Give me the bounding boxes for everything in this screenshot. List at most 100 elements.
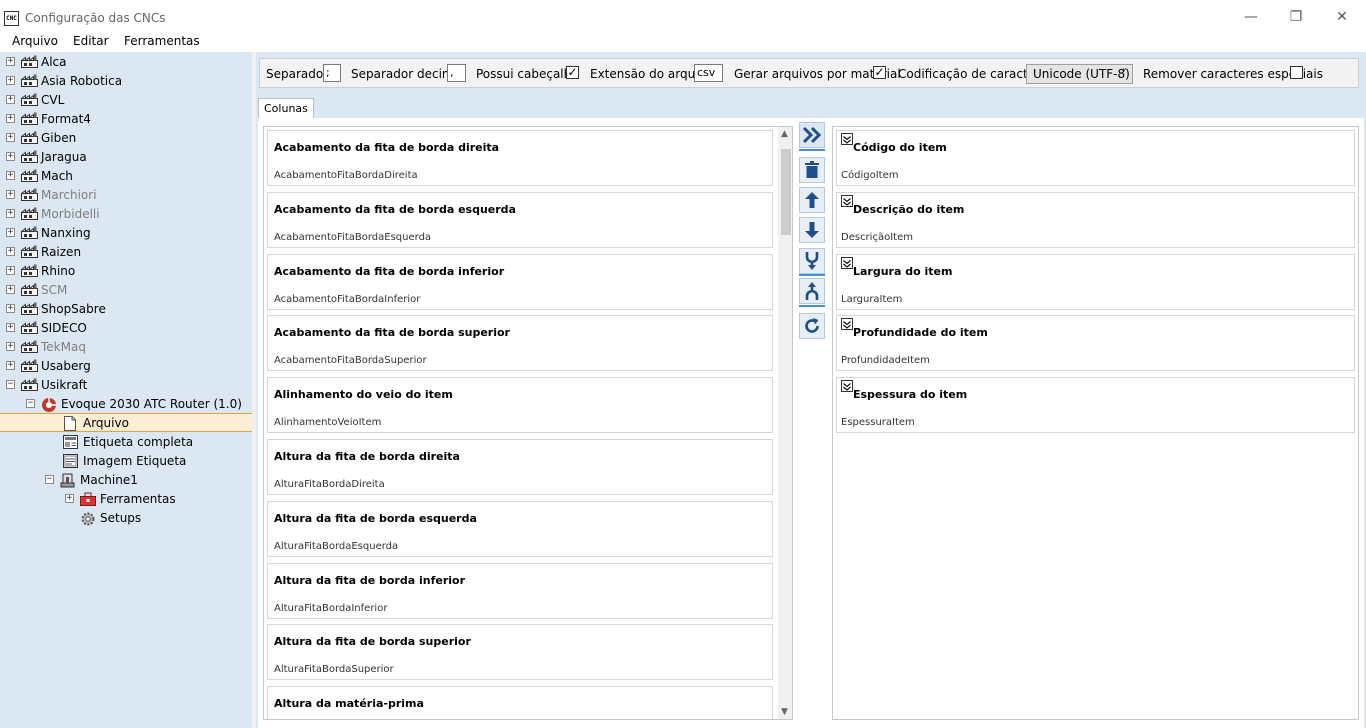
expand-icon[interactable]: + (6, 95, 15, 104)
tree-item-mach[interactable]: + Mach (6, 166, 73, 185)
collapse-icon[interactable]: − (45, 475, 54, 484)
tree-item-rhino[interactable]: + Rhino (6, 261, 75, 280)
collapse-chevron-icon[interactable] (841, 256, 853, 269)
selected-columns-list[interactable]: Código do item CódigoItem Descrição do ite… (832, 126, 1359, 720)
decimal-separator-input[interactable]: , (447, 64, 466, 82)
expand-icon[interactable]: + (6, 247, 15, 256)
expand-icon[interactable]: + (6, 190, 15, 199)
factory-icon (21, 93, 38, 106)
collapse-chevron-icon[interactable] (841, 133, 853, 145)
per-material-checkbox[interactable]: ✓ (873, 66, 886, 79)
menu-editar[interactable]: Editar (73, 34, 109, 48)
expand-icon[interactable]: + (6, 152, 15, 161)
tree-item-scm[interactable]: + SCM (6, 280, 67, 299)
tree-item-etiqueta-completa[interactable]: Etiqueta completa (63, 432, 193, 451)
expand-icon[interactable]: + (6, 171, 15, 180)
tree-item-imagem-etiqueta[interactable]: Imagem Etiqueta (63, 451, 186, 470)
tree-item-asia-robotica[interactable]: + Asia Robotica (6, 71, 122, 90)
expand-icon[interactable]: + (6, 133, 15, 142)
expand-icon[interactable]: + (6, 266, 15, 275)
column-title: Espessura do item (853, 388, 968, 402)
available-columns-list[interactable]: ▲ ▼ Acabamento da fita de borda direita A… (263, 126, 793, 720)
available-column-card[interactable]: Altura da fita de borda inferior AlturaFi… (267, 562, 773, 619)
move-up-button[interactable] (799, 187, 825, 213)
tree-item-nanxing[interactable]: + Nanxing (6, 223, 91, 242)
tree-item-raizen[interactable]: + Raizen (6, 242, 81, 261)
column-key: ProfundidadeItem (841, 355, 930, 367)
tree-item-morbidelli[interactable]: + Morbidelli (6, 204, 100, 223)
available-column-card[interactable]: Acabamento da fita de borda superior Acab… (267, 315, 773, 372)
tree-item-setups[interactable]: Setups (80, 508, 141, 527)
available-column-card[interactable]: Acabamento da fita de borda direita Acaba… (267, 130, 773, 186)
menu-ferramentas[interactable]: Ferramentas (124, 34, 200, 48)
add-all-button[interactable] (799, 122, 825, 148)
tab-colunas[interactable]: Colunas (258, 98, 314, 119)
available-column-card[interactable]: Alinhamento do veio do item AlinhamentoVe… (267, 377, 773, 434)
collapse-icon[interactable]: − (6, 380, 15, 389)
file-extension-input[interactable]: csv (694, 64, 723, 82)
selected-column-card[interactable]: Espessura do item EspessuraItem (836, 377, 1355, 434)
tree-item-machine1[interactable]: − Machine1 (45, 470, 138, 489)
tree-item-usaberg[interactable]: + Usaberg (6, 356, 91, 375)
factory-icon (21, 112, 38, 125)
available-column-card[interactable]: Acabamento da fita de borda esquerda Acab… (267, 191, 773, 248)
expand-icon[interactable]: + (6, 209, 15, 218)
maximize-button[interactable]: ❐ (1285, 8, 1307, 26)
close-button[interactable]: ✕ (1331, 8, 1353, 26)
tree-item-format4[interactable]: + Format4 (6, 109, 91, 128)
move-down-button[interactable] (799, 217, 825, 243)
available-column-card[interactable]: Altura da fita de borda esquerda AlturaFi… (267, 500, 773, 557)
has-header-checkbox[interactable]: ✓ (566, 66, 579, 79)
minimize-button[interactable]: — (1240, 8, 1262, 26)
column-key: AlinhamentoVeioItem (274, 417, 382, 429)
available-column-card[interactable]: Acabamento da fita de borda inferior Acab… (267, 253, 773, 310)
scrollbar-thumb[interactable] (781, 149, 791, 235)
expand-icon[interactable]: + (6, 228, 15, 237)
expand-icon[interactable]: + (6, 323, 15, 332)
collapse-chevron-icon[interactable] (841, 194, 853, 207)
collapse-chevron-icon[interactable] (841, 318, 853, 331)
expand-icon[interactable]: + (6, 304, 15, 313)
expand-icon[interactable]: + (65, 494, 74, 503)
column-title: Acabamento da fita de borda esquerda (274, 202, 516, 216)
expand-icon[interactable]: + (6, 114, 15, 123)
chevron-down-icon[interactable]: ▼ (781, 707, 788, 717)
tree-item-shopsabre[interactable]: + ShopSabre (6, 299, 106, 318)
selected-column-card[interactable]: Código do item CódigoItem (836, 130, 1355, 186)
selected-column-card[interactable]: Largura do item LarguraItem (836, 253, 1355, 310)
tree-item-arquivo[interactable]: Arquivo (0, 413, 252, 432)
column-title: Descrição do item (853, 202, 965, 216)
collapse-icon[interactable]: − (26, 399, 35, 408)
refresh-button[interactable] (799, 313, 825, 339)
expand-icon[interactable]: + (6, 76, 15, 85)
vertical-scrollbar[interactable]: ▲ ▼ (778, 127, 792, 719)
remove-special-checkbox[interactable] (1290, 66, 1303, 79)
tree-item-evoque-2030[interactable]: − Evoque 2030 ATC Router (1.0) (26, 394, 242, 413)
available-column-card[interactable]: Altura da fita de borda direita AlturaFit… (267, 439, 773, 495)
merge-button[interactable] (799, 248, 825, 274)
expand-icon[interactable]: + (6, 342, 15, 351)
expand-icon[interactable]: + (6, 361, 15, 370)
expand-icon[interactable]: + (6, 57, 15, 66)
available-column-card[interactable]: Altura da matéria-prima (267, 686, 773, 719)
available-column-card[interactable]: Altura da fita de borda superior AlturaFi… (267, 624, 773, 681)
tree-item-usikraft[interactable]: − Usikraft (6, 375, 87, 394)
tree-item-giben[interactable]: + Giben (6, 128, 76, 147)
tree-item-tekmaq[interactable]: + TekMaq (6, 337, 86, 356)
tree-item-alca[interactable]: + Alca (6, 52, 67, 71)
menu-arquivo[interactable]: Arquivo (12, 34, 58, 48)
tree-item-marchiori[interactable]: + Marchiori (6, 185, 97, 204)
encoding-select[interactable]: Unicode (UTF-8) ˅ (1026, 64, 1133, 84)
separator-input[interactable]: ; (323, 64, 341, 82)
tree-item-sideco[interactable]: + SIDECO (6, 318, 87, 337)
chevron-up-icon[interactable]: ▲ (781, 129, 788, 139)
delete-button[interactable] (799, 157, 825, 183)
tree-item-cvl[interactable]: + CVL (6, 90, 64, 109)
selected-column-card[interactable]: Profundidade do item ProfundidadeItem (836, 315, 1355, 372)
expand-icon[interactable]: + (6, 285, 15, 294)
collapse-chevron-icon[interactable] (841, 380, 853, 393)
split-button[interactable] (799, 278, 825, 304)
tree-item-ferramentas[interactable]: + Ferramentas (65, 489, 176, 508)
tree-item-jaragua[interactable]: + Jaragua (6, 147, 87, 166)
selected-column-card[interactable]: Descrição do item DescriçãoItem (836, 191, 1355, 248)
